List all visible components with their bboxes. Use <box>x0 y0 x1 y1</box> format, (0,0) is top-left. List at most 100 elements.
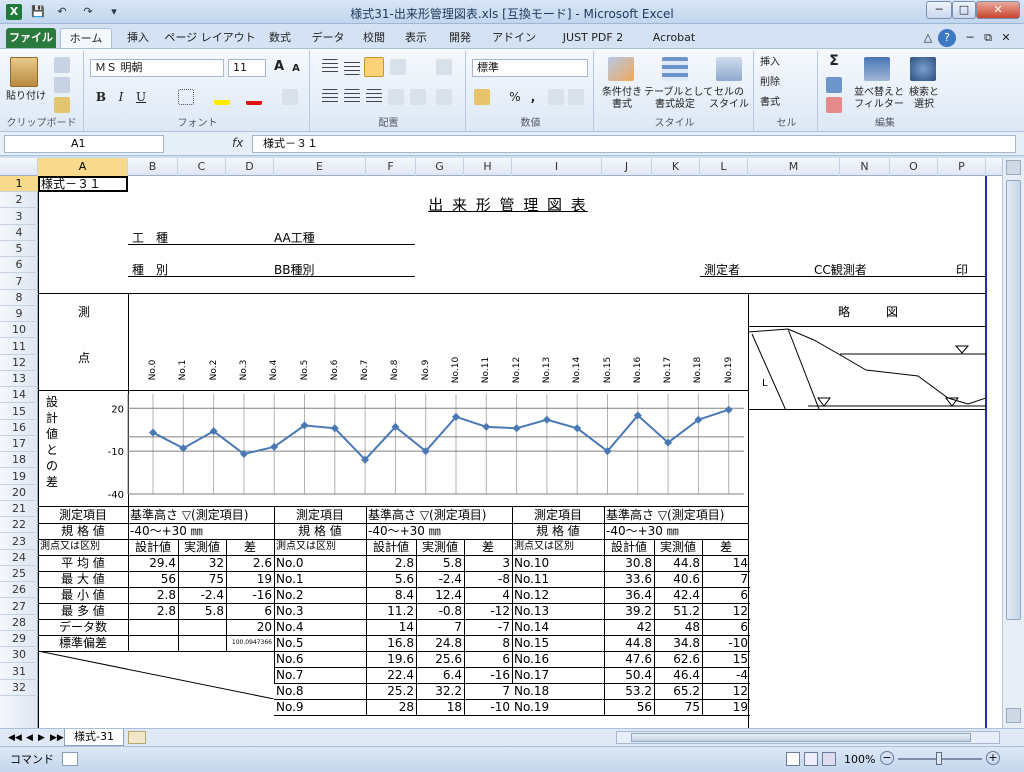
insert-cells-button[interactable]: 挿入 <box>760 57 814 69</box>
decrease-decimal-icon[interactable] <box>568 89 584 105</box>
row-header[interactable]: 29 <box>0 631 38 647</box>
tab-insert[interactable]: 挿入 <box>118 28 158 48</box>
font-color-icon[interactable] <box>246 89 262 105</box>
minimize-button[interactable]: ─ <box>926 1 952 19</box>
row-header[interactable]: 9 <box>0 306 38 322</box>
tab-home[interactable]: ホーム <box>60 28 112 48</box>
horizontal-scroll-thumb[interactable] <box>631 733 971 742</box>
first-sheet-button[interactable]: ◀◀ <box>8 730 22 746</box>
help-icon[interactable]: ? <box>938 29 956 47</box>
currency-icon[interactable] <box>474 89 490 105</box>
format-cells-button[interactable]: 書式 <box>760 97 814 109</box>
column-header[interactable]: M <box>748 158 840 176</box>
tab-file[interactable]: ファイル <box>6 28 56 48</box>
find-select-button[interactable]: 検索と 選択 <box>904 87 944 111</box>
workbook-minimize-button[interactable]: ─ <box>962 28 978 48</box>
column-header[interactable]: K <box>652 158 700 176</box>
minimize-ribbon-icon[interactable]: △ <box>920 28 936 48</box>
underline-button[interactable]: U <box>134 91 148 103</box>
row-header[interactable]: 24 <box>0 550 38 566</box>
paste-button[interactable]: 貼り付け <box>2 91 50 103</box>
column-header[interactable]: H <box>464 158 512 176</box>
horizontal-scrollbar[interactable] <box>616 731 1000 744</box>
workbook-close-button[interactable]: ✕ <box>998 28 1014 48</box>
conditional-format-button[interactable]: 条件付き 書式 <box>598 87 646 111</box>
worksheet-grid[interactable]: 様式－３１ 出 来 形 管 理 図 表 工 種 AA工種 種 別 BB種別 測定… <box>38 176 1002 728</box>
merge-center-icon[interactable] <box>436 89 452 105</box>
paste-icon[interactable] <box>10 57 38 87</box>
align-left-icon[interactable] <box>322 89 338 105</box>
column-header[interactable]: F <box>366 158 416 176</box>
row-header[interactable]: 1 <box>0 176 38 192</box>
italic-button[interactable]: I <box>114 91 128 103</box>
name-box[interactable]: A1 <box>4 135 164 153</box>
cell-styles-button[interactable]: セルの スタイル <box>708 87 750 111</box>
row-header[interactable]: 6 <box>0 257 38 274</box>
column-header[interactable]: O <box>890 158 938 176</box>
align-top-icon[interactable] <box>322 59 338 75</box>
increase-indent-icon[interactable] <box>410 89 426 105</box>
row-header[interactable]: 8 <box>0 290 38 306</box>
border-icon[interactable] <box>178 89 194 105</box>
row-header[interactable]: 11 <box>0 339 38 355</box>
column-header[interactable]: A <box>38 158 128 176</box>
tab-page-layout[interactable]: ページ レイアウト <box>162 28 258 48</box>
column-header[interactable]: B <box>128 158 178 176</box>
cut-icon[interactable] <box>54 57 70 73</box>
align-center-icon[interactable] <box>344 89 360 105</box>
delete-cells-button[interactable]: 削除 <box>760 77 814 89</box>
cell-styles-icon[interactable] <box>716 57 742 81</box>
align-right-icon[interactable] <box>366 89 382 105</box>
row-header[interactable]: 5 <box>0 241 38 257</box>
tab-review[interactable]: 校閲 <box>356 28 392 48</box>
column-header[interactable]: I <box>512 158 602 176</box>
tab-acrobat[interactable]: Acrobat <box>644 28 704 48</box>
row-header[interactable]: 10 <box>0 322 38 339</box>
format-as-table-button[interactable]: テーブルとして 書式設定 <box>644 87 713 111</box>
normal-view-icon[interactable] <box>786 752 800 766</box>
formula-input[interactable]: 様式－３１ <box>252 135 1016 153</box>
increase-decimal-icon[interactable] <box>548 89 564 105</box>
tab-just-pdf[interactable]: JUST PDF 2 <box>548 28 638 48</box>
format-painter-icon[interactable] <box>54 97 70 113</box>
comma-button[interactable]: , <box>528 91 538 103</box>
row-header[interactable]: 21 <box>0 501 38 517</box>
shrink-font-button[interactable]: A <box>290 63 302 75</box>
row-header[interactable]: 26 <box>0 582 38 599</box>
row-header[interactable]: 19 <box>0 469 38 485</box>
column-header[interactable]: L <box>700 158 748 176</box>
column-header[interactable]: N <box>840 158 890 176</box>
scroll-thumb[interactable] <box>1006 180 1021 620</box>
align-bottom-icon[interactable] <box>364 57 384 77</box>
column-header[interactable]: C <box>178 158 226 176</box>
row-header[interactable]: 15 <box>0 404 38 420</box>
column-header[interactable]: P <box>938 158 986 176</box>
wrap-text-icon[interactable] <box>436 59 452 75</box>
fill-color-icon[interactable] <box>214 89 230 105</box>
row-header[interactable]: 22 <box>0 517 38 534</box>
zoom-slider-thumb[interactable] <box>936 752 942 765</box>
row-header[interactable]: 3 <box>0 209 38 225</box>
font-size-combo[interactable]: 11 <box>228 59 266 77</box>
row-header[interactable]: 4 <box>0 225 38 241</box>
close-button[interactable]: ✕ <box>976 1 1020 19</box>
tab-data[interactable]: データ <box>306 28 350 48</box>
tab-formulas[interactable]: 数式 <box>262 28 298 48</box>
align-middle-icon[interactable] <box>344 59 360 75</box>
row-header[interactable]: 30 <box>0 647 38 664</box>
macro-record-icon[interactable] <box>62 752 78 766</box>
row-header[interactable]: 32 <box>0 680 38 696</box>
column-header[interactable]: J <box>602 158 652 176</box>
next-sheet-button[interactable]: ▶ <box>38 730 45 746</box>
sort-filter-icon[interactable] <box>864 57 890 81</box>
conditional-format-icon[interactable] <box>608 57 634 81</box>
row-header[interactable]: 25 <box>0 566 38 582</box>
insert-function-icon[interactable]: fx <box>232 136 243 150</box>
sheet-tab-active[interactable]: 様式-31 <box>64 729 124 746</box>
zoom-out-button[interactable]: − <box>880 751 894 765</box>
scroll-up-button[interactable] <box>1006 160 1021 175</box>
insert-sheet-icon[interactable] <box>128 731 146 744</box>
column-header[interactable]: D <box>226 158 274 176</box>
tab-developer[interactable]: 開発 <box>440 28 480 48</box>
find-select-icon[interactable] <box>910 57 936 81</box>
